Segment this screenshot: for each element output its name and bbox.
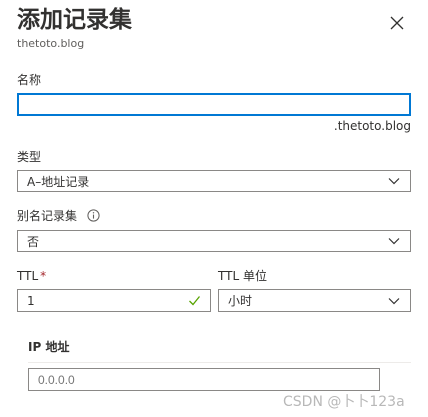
type-label: 类型	[17, 150, 42, 164]
info-icon[interactable]	[87, 209, 100, 222]
panel-subtitle: thetoto.blog	[17, 37, 85, 50]
chevron-down-icon	[388, 297, 400, 304]
ip-address-input[interactable]	[28, 368, 380, 391]
name-input[interactable]	[17, 93, 411, 116]
ttl-label: TTL	[17, 269, 39, 283]
ttl-unit-select[interactable]: 小时	[218, 289, 411, 312]
close-icon	[390, 16, 404, 30]
panel-title: 添加记录集	[17, 7, 132, 33]
name-suffix: .thetoto.blog	[333, 119, 411, 133]
chevron-down-icon	[388, 238, 400, 245]
name-label: 名称	[17, 73, 42, 87]
alias-label: 别名记录集	[17, 209, 78, 223]
chevron-down-icon	[388, 178, 400, 185]
divider	[28, 362, 411, 363]
required-asterisk: *	[40, 269, 47, 283]
ttl-label-row: TTL *	[17, 268, 46, 284]
watermark: CSDN @卜卜123a	[283, 394, 405, 410]
alias-label-row: 别名记录集	[17, 208, 100, 224]
alias-select-value: 否	[27, 234, 40, 249]
type-select[interactable]: A–地址记录	[17, 170, 411, 192]
ttl-unit-value: 小时	[228, 294, 253, 308]
alias-select[interactable]: 否	[17, 230, 411, 252]
close-button[interactable]	[386, 12, 408, 34]
type-select-value: A–地址记录	[27, 174, 90, 189]
ip-address-header: IP 地址	[28, 340, 70, 354]
ttl-unit-label: TTL 单位	[218, 269, 267, 283]
ttl-input[interactable]: 1	[17, 289, 211, 312]
checkmark-icon	[189, 296, 201, 306]
ttl-value: 1	[27, 293, 35, 308]
